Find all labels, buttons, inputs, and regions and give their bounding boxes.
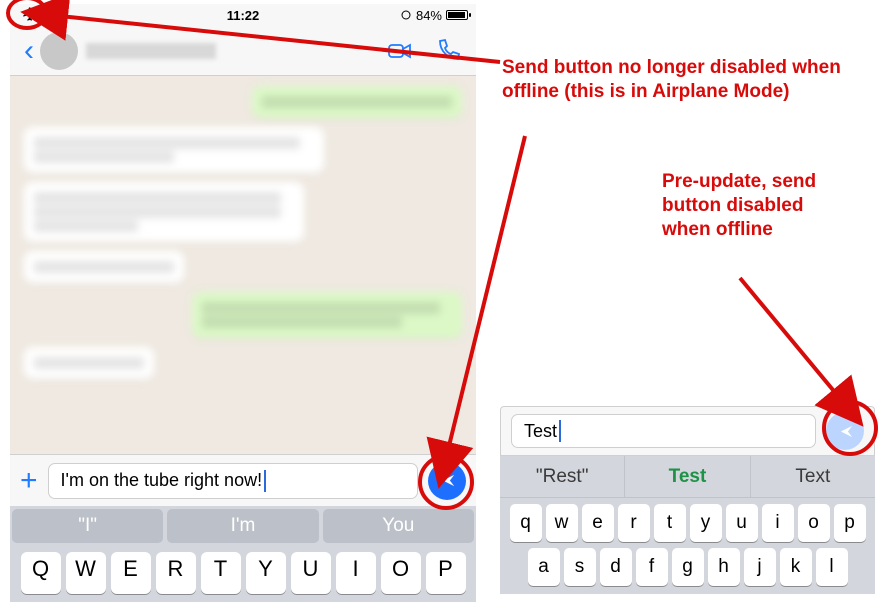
annotation-arrows bbox=[0, 0, 883, 600]
